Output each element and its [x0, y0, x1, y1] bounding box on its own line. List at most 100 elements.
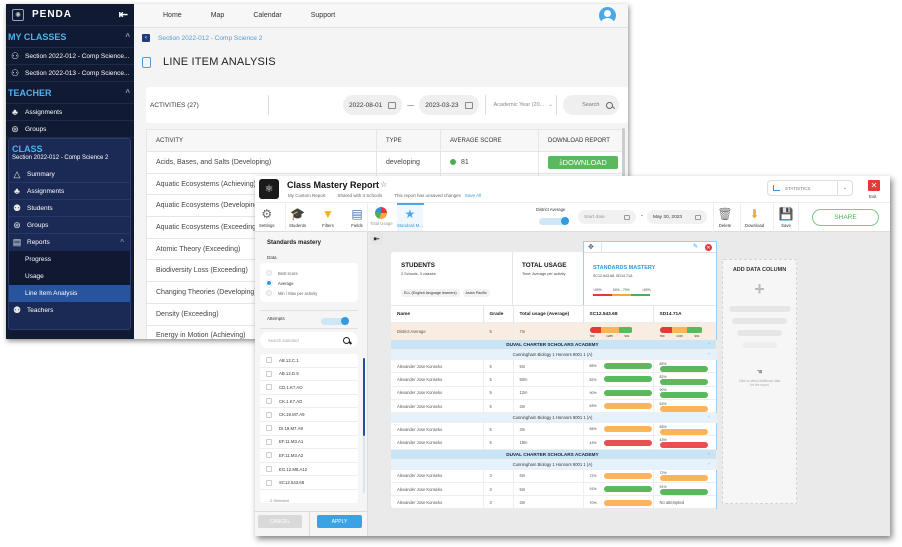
apply-button[interactable]: APPLY — [317, 515, 362, 528]
sidebar-item-reports[interactable]: ▤ Reports ^ — [9, 234, 130, 251]
scrollbar-thumb[interactable] — [363, 358, 365, 436]
nav-support[interactable]: Support — [311, 12, 336, 19]
standard-item[interactable]: CK.1.K7.AO — [260, 395, 358, 409]
student-row[interactable]: Alexander Jose Konseko 5 3m 65% 65% — [391, 422, 717, 436]
start-date-input[interactable]: Start date — [578, 210, 636, 224]
search-input[interactable]: Search — [562, 95, 619, 115]
col-grade[interactable]: Grade — [483, 305, 514, 323]
checkbox-icon[interactable] — [266, 452, 272, 459]
widget-total-usage[interactable]: Total Usage — [370, 205, 393, 231]
standards-mastery-header[interactable]: ✥ ✎ ✕ STANDARDS MASTERY SC12.543.68, SD1… — [583, 241, 717, 305]
standard-item[interactable]: SC12.543.68 — [260, 476, 358, 490]
student-row[interactable]: Alexander Jose Konseko 5 19m 43% 43% — [391, 435, 717, 450]
filter-chip[interactable]: Asian Pacific — [462, 289, 490, 297]
back-icon[interactable]: ‹ — [142, 34, 150, 42]
standard-item[interactable]: EF.11.M3.A2 — [260, 449, 358, 463]
download-button[interactable]: ⬇ Download — [745, 205, 764, 231]
checkbox-icon[interactable] — [266, 438, 272, 445]
standard-item[interactable]: CD.1.K7.AO — [260, 381, 358, 395]
student-row[interactable]: Alexander Jose Konseko 3 5m 91% 91% — [391, 482, 717, 496]
sidebar-class-item[interactable]: ⚇ Section 2022-012 - Comp Science... — [6, 48, 134, 65]
chevron-up-icon[interactable]: ^ — [708, 462, 710, 467]
sidebar-item-class-assignments[interactable]: ♣ Assignments — [9, 183, 130, 200]
checkbox-icon[interactable] — [266, 357, 272, 364]
sidebar-item-groups[interactable]: ⊛ Groups — [6, 121, 134, 138]
chevron-down-icon[interactable]: ⌄ — [837, 181, 852, 195]
standard-item[interactable]: AB.12.D.9 — [260, 368, 358, 382]
save-all-link[interactable]: Save All — [465, 193, 481, 198]
search-standard-input[interactable]: Search standard — [260, 332, 358, 348]
fields-button[interactable]: ▤ Fields — [350, 205, 364, 231]
nav-calendar[interactable]: Calendar — [253, 12, 281, 19]
standard-item[interactable]: EG.12.M8.A12 — [260, 463, 358, 477]
chevron-up-icon[interactable]: ^ — [708, 452, 710, 457]
standard-item[interactable]: DI.19.M7.A9 — [260, 422, 358, 436]
pencil-icon[interactable]: ✎ — [693, 243, 698, 250]
share-button[interactable]: SHARE — [812, 209, 879, 226]
col-name[interactable]: Name — [391, 305, 484, 323]
nav-home[interactable]: Home — [163, 12, 182, 19]
breadcrumb-link[interactable]: Section 2022-012 - Comp Science 2 — [158, 35, 262, 42]
add-data-column[interactable]: ADD DATA COLUMN + ☚ Click to select addi… — [722, 259, 797, 504]
checkbox-icon[interactable] — [266, 384, 272, 391]
sidebar-class-item[interactable]: ⚇ Section 2022-013 - Comp Science... — [6, 65, 134, 82]
sidebar-subitem-usage[interactable]: Usage — [9, 268, 130, 285]
student-row[interactable]: Alexander Jose Konseko 5 5m 85% 85% — [391, 358, 717, 373]
cancel-button[interactable]: CANCEL — [258, 515, 302, 528]
attempts-toggle[interactable] — [321, 317, 349, 325]
checkbox-icon[interactable] — [266, 479, 272, 486]
filter-chip[interactable]: ELL (English language learners) — [401, 289, 460, 297]
sidebar-subitem-progress[interactable]: Progress — [9, 251, 130, 268]
save-button[interactable]: 💾 Save — [779, 205, 794, 231]
star-icon[interactable]: ☆ — [380, 180, 387, 189]
standard-item[interactable]: EF.11.M3.A1 — [260, 436, 358, 450]
table-row[interactable]: Acids, Bases, and Salts (Developing) deve… — [146, 151, 623, 174]
student-row[interactable]: Alexander Jose Konseko 3 6m 72% 72% — [391, 468, 717, 483]
district-average-toggle[interactable] — [539, 217, 569, 225]
col-average-score[interactable]: AVERAGE SCORE — [440, 129, 539, 152]
user-avatar-icon[interactable] — [599, 7, 616, 24]
sidebar-item-teachers[interactable]: ⚉ Teachers — [9, 302, 130, 319]
chevron-up-icon[interactable]: ^ — [708, 352, 710, 357]
class-group-row[interactable]: Cunningham Biology 1 Honnors 8001 1 (A) ^ — [391, 412, 717, 423]
exit-button[interactable]: ✕ — [868, 180, 880, 191]
collapse-sidebar-icon[interactable]: ⇤ — [119, 8, 128, 21]
academic-year-select[interactable]: Academic Year (20... ⌄ — [494, 102, 556, 108]
student-row[interactable]: Alexander Jose Konseko 5 12m 90% 90% — [391, 385, 717, 400]
nav-map[interactable]: Map — [211, 12, 225, 19]
col-sc12[interactable]: SC12.543.68 — [582, 305, 654, 323]
checkbox-icon[interactable] — [266, 425, 272, 432]
widget-standard-mastery[interactable]: ★ Standard M... — [397, 205, 423, 231]
chevron-up-icon[interactable]: ^ — [708, 415, 710, 420]
class-group-row[interactable]: Cunningham Biology 1 Honnors 8001 1 (A) ^ — [391, 349, 717, 360]
checkbox-icon[interactable] — [266, 466, 272, 473]
sidebar-item-students[interactable]: ⚉ Students — [9, 200, 130, 217]
chevron-up-icon[interactable]: ^ — [708, 342, 710, 347]
collapse-panel-icon[interactable]: ⇤ — [370, 232, 383, 245]
plus-icon[interactable]: + — [723, 279, 796, 300]
col-activity[interactable]: ACTIVITY — [146, 129, 377, 152]
standard-item[interactable]: AB.12.C.1 — [260, 354, 358, 368]
filters-button[interactable]: ▼ Filters — [321, 205, 335, 231]
col-sd14[interactable]: SD14.71A — [653, 305, 717, 323]
student-row[interactable]: Alexander Jose Konseko 5 50m 82% 82% — [391, 372, 717, 387]
start-date-input[interactable]: 2022-08-01 — [343, 95, 403, 115]
my-classes-header[interactable]: MY CLASSES ^ — [6, 26, 134, 48]
class-group-row[interactable]: Cunningham Biology 1 Honnors 8001 1 (A) ^ — [391, 458, 717, 470]
checkbox-icon[interactable] — [266, 370, 272, 377]
settings-button[interactable]: ⚙ Settings — [259, 205, 275, 231]
school-group-row[interactable]: DUVAL CHARTER SCHOLARS ACADEMY ^ — [391, 448, 717, 460]
sidebar-item-assignments[interactable]: ♣ Assignments — [6, 104, 134, 121]
radio-best-score[interactable]: Best score — [266, 270, 298, 276]
radio-min-max[interactable]: Min / Max per activity — [266, 290, 317, 296]
col-type[interactable]: TYPE — [376, 129, 441, 152]
standard-item[interactable]: CK.19.M7.A9 — [260, 408, 358, 422]
teacher-header[interactable]: TEACHER ^ — [6, 82, 134, 104]
sidebar-item-class-groups[interactable]: ⊛ Groups — [9, 217, 130, 234]
student-row[interactable]: Alexander Jose Konseko 3 3m 70% No attempted — [391, 495, 717, 510]
col-total-usage[interactable]: Total usage (Average) — [513, 305, 584, 323]
checkbox-icon[interactable] — [266, 398, 272, 405]
sidebar-item-summary[interactable]: △ Summary — [9, 166, 130, 183]
checkbox-icon[interactable] — [266, 411, 272, 418]
end-date-input[interactable]: May 30, 2023 — [647, 210, 707, 224]
